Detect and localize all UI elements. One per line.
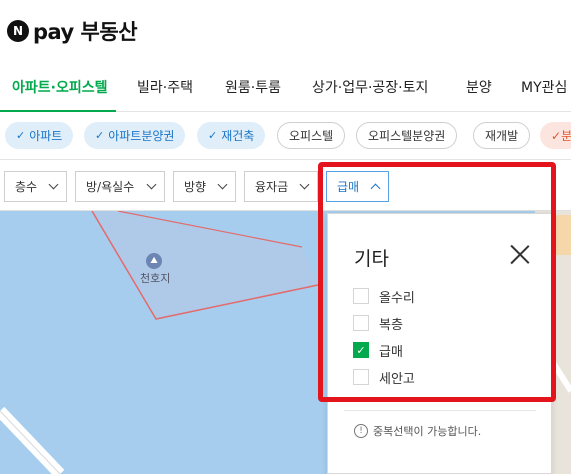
- brand-title[interactable]: pay 부동산: [33, 16, 138, 46]
- chevron-up-icon: [370, 183, 381, 194]
- checkbox[interactable]: [353, 369, 369, 385]
- tab-apartment-officetel[interactable]: 아파트·오피스텔: [12, 77, 107, 97]
- check-icon: ✓: [95, 129, 105, 142]
- chip-label: 분: [561, 129, 571, 143]
- chevron-down-icon: [217, 179, 228, 190]
- checkbox-checked[interactable]: ✓: [353, 342, 369, 358]
- option-label: 올수리: [379, 290, 415, 306]
- header: N pay 부동산: [0, 0, 571, 60]
- filter-rooms-baths[interactable]: 방/욕실수: [75, 171, 165, 202]
- filter-label: 층수: [15, 180, 38, 194]
- option-urgent-sale[interactable]: ✓ 급매: [353, 341, 403, 360]
- app-root: N pay 부동산 아파트·오피스텔 빌라·주택 원룸·투룸 상가·업무·공장·…: [0, 0, 571, 474]
- category-tabs: 아파트·오피스텔 빌라·주택 원룸·투룸 상가·업무·공장·토지 분양 MY관심: [0, 60, 571, 113]
- option-label: 급매: [379, 344, 403, 360]
- filter-label: 방향: [184, 180, 207, 194]
- naver-logo-icon[interactable]: N: [7, 20, 29, 42]
- property-type-chips: ✓ 아파트 ✓ 아파트분양권 ✓ 재건축 오피스텔 오피스텔분양권 재개발 ✓ …: [0, 112, 571, 160]
- option-label: 세안고: [379, 371, 415, 387]
- filter-direction[interactable]: 방향: [173, 171, 236, 202]
- lake-area: [92, 211, 318, 319]
- checkbox[interactable]: [353, 315, 369, 331]
- lake-icon[interactable]: ⛰: [146, 253, 162, 269]
- filter-label: 융자금: [255, 180, 289, 194]
- chip-label: 재건축: [221, 129, 255, 143]
- multi-select-note: ! 중복선택이 가능합니다.: [354, 423, 481, 439]
- tab-villa-house[interactable]: 빌라·주택: [137, 77, 193, 97]
- chip-officetel[interactable]: 오피스텔: [277, 122, 346, 149]
- tab-presale[interactable]: 분양: [466, 77, 492, 97]
- filter-urgent-sale[interactable]: 급매: [326, 171, 389, 202]
- checkbox[interactable]: [353, 288, 369, 304]
- filter-label: 방/욕실수: [86, 180, 135, 194]
- check-icon: ✓: [208, 129, 218, 142]
- chip-redevelopment[interactable]: 재개발: [473, 122, 531, 149]
- info-icon: !: [354, 424, 368, 438]
- filter-floor[interactable]: 층수: [4, 171, 67, 202]
- road-edge: [0, 410, 61, 474]
- note-text: 중복선택이 가능합니다.: [373, 425, 482, 438]
- filter-loan[interactable]: 융자금: [244, 171, 318, 202]
- check-icon: ✓: [551, 128, 562, 143]
- divider: [344, 410, 536, 411]
- chevron-down-icon: [299, 179, 310, 190]
- filter-label: 급매: [337, 180, 360, 194]
- panel-title: 기타: [354, 248, 389, 270]
- close-icon[interactable]: [509, 244, 531, 266]
- chip-label: 아파트분양권: [108, 129, 175, 143]
- filter-bar: 층수 방/욕실수 방향 융자금 급매: [0, 161, 571, 211]
- tab-my-favorites[interactable]: MY관심: [521, 77, 567, 97]
- chip-label: 오피스텔분양권: [368, 129, 446, 143]
- chip-partial[interactable]: ✓ 분: [540, 122, 571, 149]
- option-full-renovation[interactable]: 올수리: [353, 287, 415, 306]
- tab-oneroom-tworoom[interactable]: 원룸·투룸: [225, 77, 281, 97]
- option-with-tenant[interactable]: 세안고: [353, 368, 415, 387]
- option-label: 복층: [379, 317, 403, 333]
- option-duplex[interactable]: 복층: [353, 314, 403, 333]
- chevron-down-icon: [146, 179, 157, 190]
- etc-filter-panel: 기타 올수리 복층 ✓ 급매 세안고 ! 중복선택이 가능합니다.: [327, 213, 552, 474]
- poi-label[interactable]: 천호지: [140, 270, 170, 286]
- chevron-down-icon: [48, 179, 59, 190]
- chip-label: 아파트: [29, 129, 63, 143]
- chip-officetel-presale-right[interactable]: 오피스텔분양권: [356, 122, 458, 149]
- chip-label: 재개발: [485, 129, 519, 143]
- chip-label: 오피스텔: [289, 129, 334, 143]
- chip-apartment-presale-right[interactable]: ✓ 아파트분양권: [84, 122, 186, 149]
- chip-apartment[interactable]: ✓ 아파트: [5, 122, 74, 149]
- chip-reconstruction[interactable]: ✓ 재건축: [197, 122, 266, 149]
- check-icon: ✓: [16, 129, 26, 142]
- tab-commercial-land[interactable]: 상가·업무·공장·토지: [312, 77, 428, 97]
